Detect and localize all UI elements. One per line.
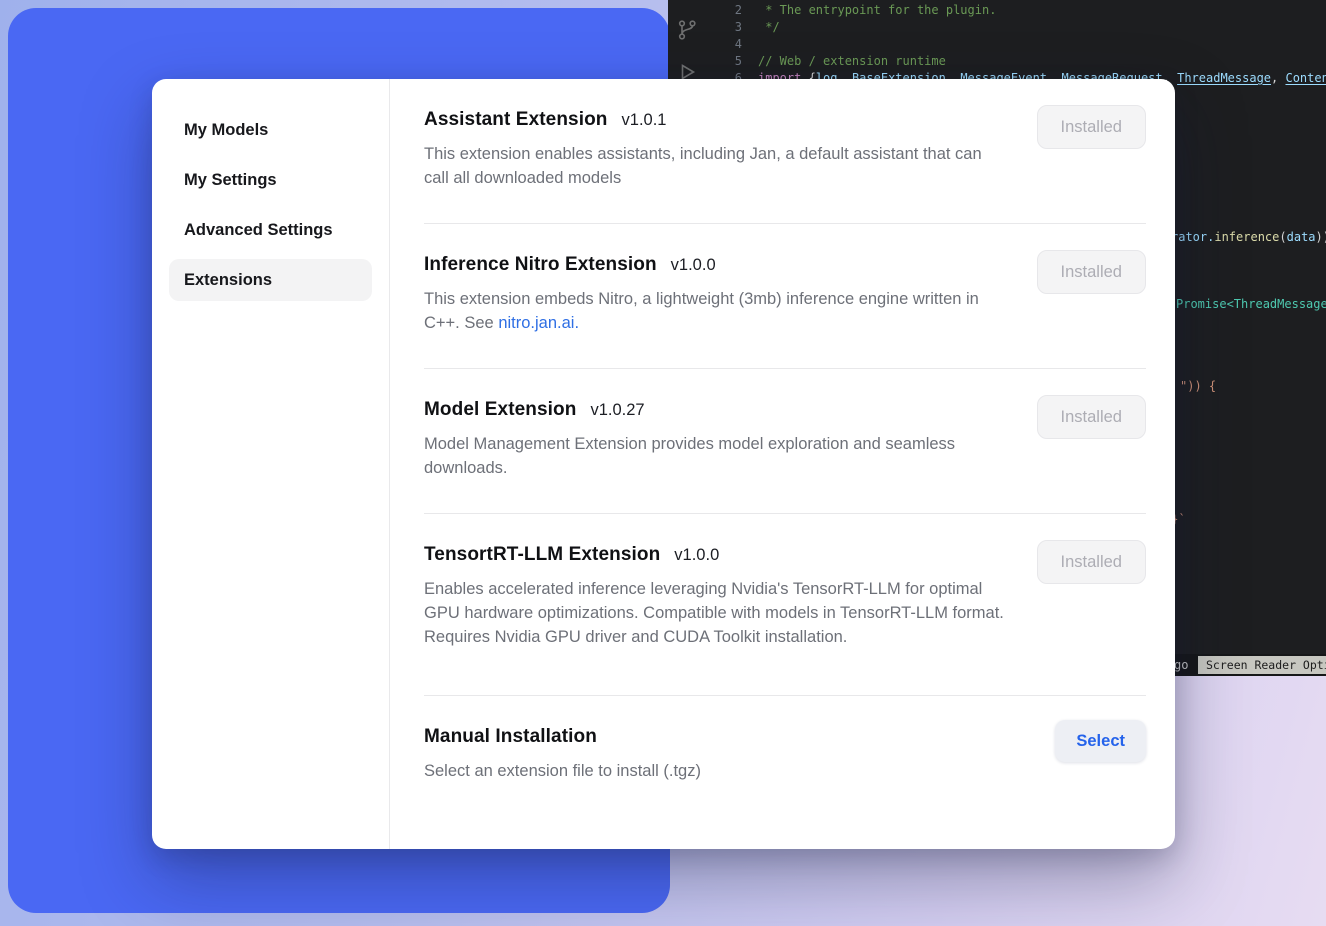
installed-button[interactable]: Installed <box>1037 105 1146 149</box>
sidebar-item-extensions[interactable]: Extensions <box>169 259 372 301</box>
extension-description: This extension enables assistants, inclu… <box>424 142 1006 190</box>
extension-version: v1.0.1 <box>622 111 667 130</box>
installed-button[interactable]: Installed <box>1037 395 1146 439</box>
extension-row-assistant: Assistant Extension v1.0.1 This extensio… <box>424 79 1146 224</box>
line-number: 2 <box>668 2 758 19</box>
sidebar-item-my-models[interactable]: My Models <box>169 109 372 151</box>
code-line: 3 */ <box>668 19 1326 36</box>
sidebar-item-advanced-settings[interactable]: Advanced Settings <box>169 209 372 251</box>
extension-name: Inference Nitro Extension <box>424 254 657 276</box>
extension-row-nitro: Inference Nitro Extension v1.0.0 This ex… <box>424 224 1146 369</box>
sidebar-item-my-settings[interactable]: My Settings <box>169 159 372 201</box>
settings-sidebar: My Models My Settings Advanced Settings … <box>152 79 390 849</box>
code-text: // Web / extension runtime <box>758 53 946 70</box>
manual-installation-title: Manual Installation <box>424 726 597 748</box>
extension-name: Assistant Extension <box>424 109 608 131</box>
status-language: go <box>1174 658 1188 672</box>
extension-version: v1.0.27 <box>590 401 644 420</box>
code-fragment-string: ")) { <box>1180 379 1216 393</box>
code-text: */ <box>758 19 780 36</box>
code-line: 2 * The entrypoint for the plugin. <box>668 2 1326 19</box>
screen-reader-badge: Screen Reader Optimized <box>1198 656 1326 674</box>
extension-version: v1.0.0 <box>674 546 719 565</box>
settings-modal: My Models My Settings Advanced Settings … <box>152 79 1175 849</box>
extension-row-model: Model Extension v1.0.27 Model Management… <box>424 369 1146 514</box>
code-line: 5 // Web / extension runtime <box>668 53 1326 70</box>
extension-description: Enables accelerated inference leveraging… <box>424 577 1006 649</box>
nitro-jan-ai-link[interactable]: nitro.jan.ai. <box>498 314 579 332</box>
line-number: 5 <box>668 53 758 70</box>
extension-description: Model Management Extension provides mode… <box>424 432 1006 480</box>
line-number: 4 <box>668 36 758 53</box>
installed-button[interactable]: Installed <box>1037 540 1146 584</box>
code-line: 4 <box>668 36 1326 53</box>
code-fragment-promise: Promise<ThreadMessage> <box>1176 297 1326 311</box>
code-lines: 2 * The entrypoint for the plugin. 3 */ … <box>668 2 1326 87</box>
extension-version: v1.0.0 <box>671 256 716 275</box>
extension-name: Model Extension <box>424 399 576 421</box>
extension-row-tensorrt: TensortRT-LLM Extension v1.0.0 Enables a… <box>424 514 1146 696</box>
installed-button[interactable]: Installed <box>1037 250 1146 294</box>
manual-installation-row: Manual Installation Select an extension … <box>424 696 1146 816</box>
manual-installation-description: Select an extension file to install (.tg… <box>424 759 1006 783</box>
extension-name: TensortRT-LLM Extension <box>424 544 660 566</box>
extension-description: This extension embeds Nitro, a lightweig… <box>424 287 1006 335</box>
select-file-button[interactable]: Select <box>1055 720 1146 762</box>
code-fragment-inference: rator.inference(data)); <box>1171 230 1326 244</box>
code-text: * The entrypoint for the plugin. <box>758 2 996 19</box>
line-number: 3 <box>668 19 758 36</box>
extensions-panel: Assistant Extension v1.0.1 This extensio… <box>390 79 1175 849</box>
extension-title-row: Manual Installation <box>424 726 1146 748</box>
